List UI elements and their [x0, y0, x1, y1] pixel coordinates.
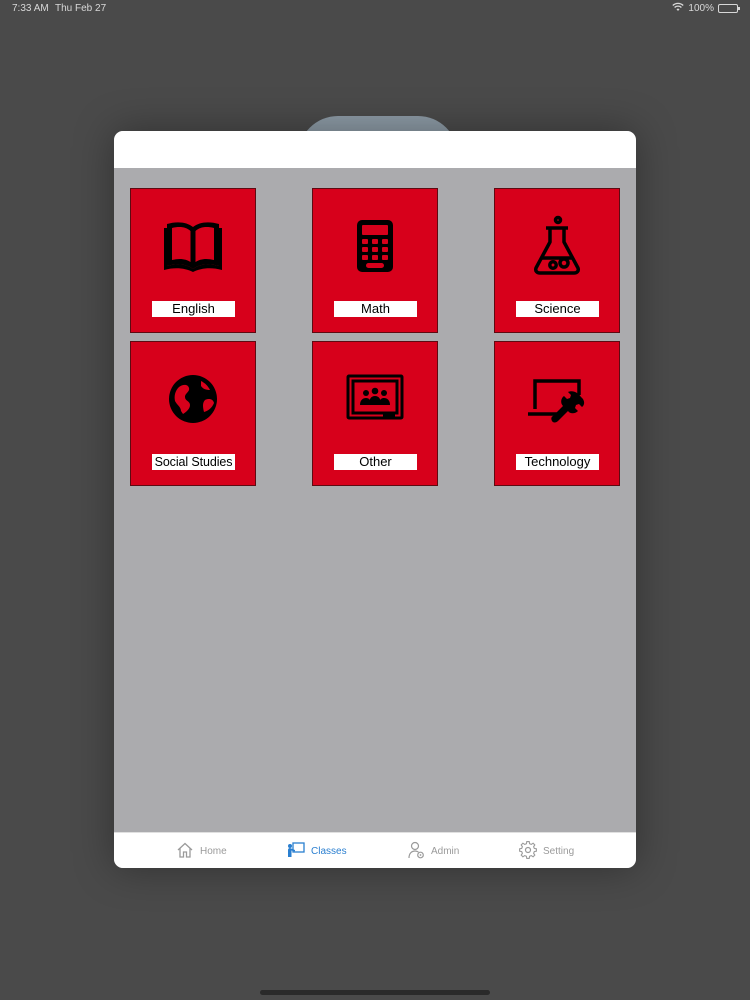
- tab-label: Classes: [311, 845, 347, 857]
- teacher-board-icon: [287, 841, 305, 862]
- subject-tile-science[interactable]: Science: [494, 188, 620, 333]
- home-indicator[interactable]: [260, 990, 490, 995]
- classes-modal: English Math Science Social Studies Othe…: [114, 131, 636, 868]
- status-indicators: 100%: [672, 2, 740, 15]
- tab-label: Home: [200, 845, 227, 857]
- status-bar: 7:33 AM Thu Feb 27 100%: [0, 0, 750, 18]
- battery-percent: 100%: [688, 3, 714, 14]
- gear-icon: [519, 840, 537, 862]
- subject-label: English: [152, 301, 235, 317]
- subject-label: Technology: [516, 454, 599, 470]
- subject-tile-social-studies[interactable]: Social Studies: [130, 341, 256, 486]
- status-date: Thu Feb 27: [55, 3, 107, 14]
- status-time: 7:33 AM: [12, 3, 49, 14]
- modal-header: [114, 131, 636, 168]
- subject-grid: English Math Science Social Studies Othe…: [130, 188, 620, 486]
- calculator-icon: [343, 214, 407, 278]
- tab-bar: Home Classes Admin Setting: [114, 832, 636, 868]
- battery-icon: [718, 4, 740, 13]
- laptop-wrench-icon: [525, 367, 589, 431]
- tab-label: Setting: [543, 845, 575, 857]
- subject-tile-english[interactable]: English: [130, 188, 256, 333]
- subject-tile-math[interactable]: Math: [312, 188, 438, 333]
- subject-label: Math: [334, 301, 417, 317]
- admin-user-icon: [407, 841, 425, 862]
- subject-label: Other: [334, 454, 417, 470]
- home-icon: [176, 841, 194, 862]
- subject-tile-technology[interactable]: Technology: [494, 341, 620, 486]
- globe-icon: [161, 367, 225, 431]
- tab-home[interactable]: Home: [176, 833, 227, 868]
- subject-label: Social Studies: [152, 454, 235, 470]
- book-icon: [161, 214, 225, 278]
- tab-classes[interactable]: Classes: [287, 833, 347, 868]
- subject-label: Science: [516, 301, 599, 317]
- tab-label: Admin: [431, 845, 460, 857]
- tab-setting[interactable]: Setting: [519, 833, 574, 868]
- wifi-icon: [672, 2, 685, 15]
- flask-icon: [525, 214, 589, 278]
- classroom-icon: [343, 367, 407, 431]
- tab-admin[interactable]: Admin: [407, 833, 459, 868]
- subject-tile-other[interactable]: Other: [312, 341, 438, 486]
